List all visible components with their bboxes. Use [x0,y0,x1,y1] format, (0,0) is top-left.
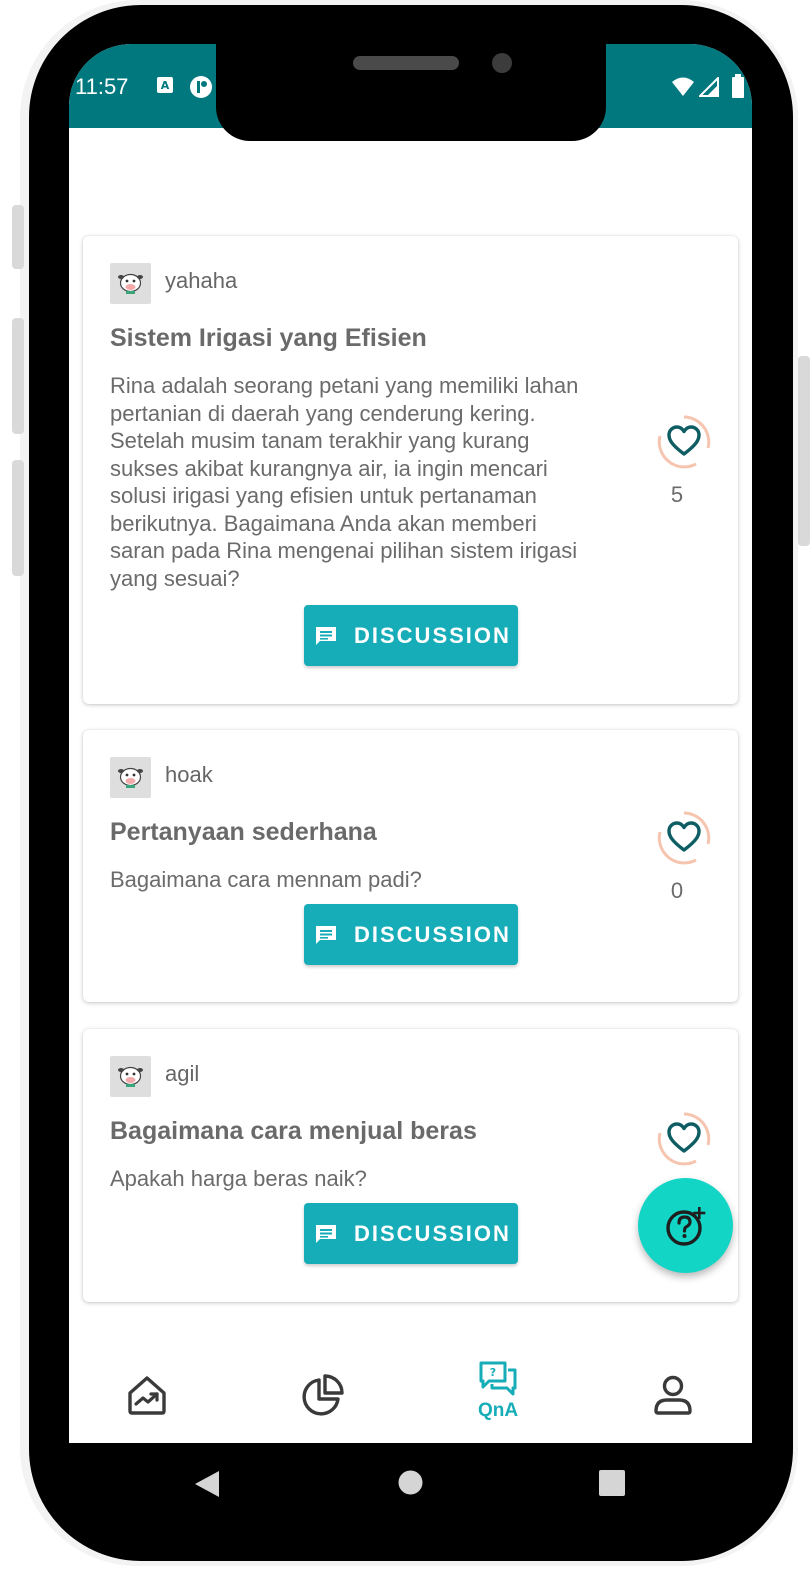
like-count: 0 [670,878,684,903]
question-card[interactable]: yahaha Sistem Irigasi yang Efisien Rina … [83,236,738,704]
nav-item-qna[interactable]: ? QnA [438,1340,558,1440]
speaker [353,56,459,70]
like-count: 5 [670,482,684,507]
svg-text:?: ? [490,1366,496,1379]
body-line: Apakah harga beras naik? [110,1166,367,1191]
pie-chart-icon [302,1374,344,1416]
username: hoak [165,762,213,787]
side-button [12,460,24,576]
heart-icon [657,415,711,469]
front-camera [492,53,512,73]
keyboard-a-icon: A [157,77,173,93]
qna-chat-icon: ? [479,1361,517,1396]
message-icon [316,925,336,944]
discussion-label: DISCUSSION [354,1220,511,1246]
status-time: 11:57 [75,74,129,99]
side-button [12,205,24,269]
heart-icon [657,1112,711,1166]
nav-label-qna: QnA [477,1400,519,1421]
ask-question-fab[interactable] [638,1178,733,1273]
bottom-navigation: ? QnA [69,1340,752,1440]
system-navigation-bar [69,1443,752,1525]
ask-question-icon [665,1206,705,1246]
like-button[interactable] [656,414,712,470]
question-card[interactable]: hoak Pertanyaan sederhana Bagaimana cara… [83,730,738,1002]
question-body: Rina adalah seorang petani yang memiliki… [110,372,630,592]
message-icon [316,1224,336,1243]
heart-icon [657,811,711,865]
discussion-button[interactable]: DISCUSSION [304,904,518,965]
body-line: yang sesuai? [110,565,240,591]
svg-text:A: A [161,79,170,92]
side-button [12,318,24,434]
discussion-label: DISCUSSION [354,921,511,947]
side-button [798,356,810,546]
avatar [110,757,151,798]
question-title: Pertanyaan sederhana [110,818,377,846]
question-title: Bagaimana cara menjual beras [110,1117,477,1145]
body-line: Setelah musim tanam terakhir yang kurang [110,428,530,453]
signal-icon [699,77,719,97]
wifi-icon [672,77,694,96]
avatar [110,1056,151,1097]
discussion-label: DISCUSSION [354,622,511,648]
body-line: pertanian di daerah yang cenderung kerin… [110,400,536,426]
body-line: sukses akibat kurangnya air, ia ingin me… [110,455,548,481]
home-icon[interactable] [398,1470,423,1495]
message-icon [316,626,336,645]
cow-avatar-icon [118,273,143,294]
body-line: solusi irigasi yang efisien untuk pertan… [110,483,537,508]
cow-avatar-icon [118,767,143,788]
recents-icon[interactable] [599,1470,625,1496]
nav-item-home[interactable] [87,1340,207,1440]
username: yahaha [165,268,238,293]
body-line: Rina adalah seorang petani yang memiliki… [110,373,579,398]
home-chart-icon [128,1376,166,1415]
nav-item-stats[interactable] [262,1340,382,1440]
avatar [110,263,151,304]
profile-icon [654,1375,692,1415]
like-button[interactable] [656,1111,712,1167]
app-notification-icon [190,76,212,98]
body-line: Bagaimana cara mennam padi? [110,867,422,892]
question-body: Apakah harga beras naik? [110,1165,630,1193]
discussion-button[interactable]: DISCUSSION [304,1203,518,1264]
question-title: Sistem Irigasi yang Efisien [110,324,427,352]
like-button[interactable] [656,810,712,866]
body-line: berikutnya. Bagaimana Anda akan memberi [110,510,537,536]
nav-item-profile[interactable] [613,1340,733,1440]
battery-icon [732,74,744,98]
username: agil [165,1061,200,1086]
body-line: saran pada Rina mengenai pilihan sistem … [110,538,578,563]
cow-avatar-icon [118,1066,143,1087]
back-icon[interactable] [193,1469,221,1499]
question-body: Bagaimana cara mennam padi? [110,866,630,894]
question-card[interactable]: agil Bagaimana cara menjual beras Apakah… [83,1029,738,1302]
discussion-button[interactable]: DISCUSSION [304,605,518,666]
